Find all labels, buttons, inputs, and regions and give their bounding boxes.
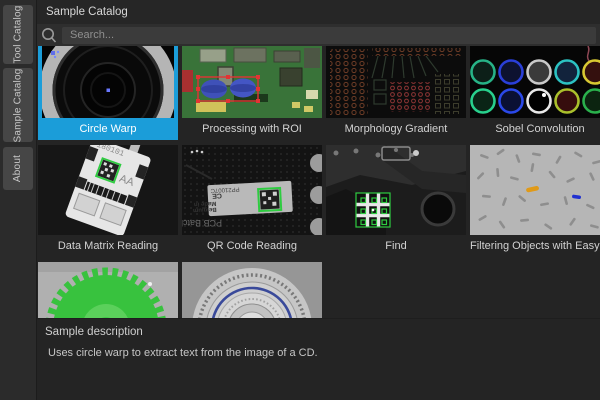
sample-catalog-window: Tool Catalog Sample Catalog About Sample…	[0, 0, 600, 400]
gear-image	[38, 262, 178, 318]
circle-warp-image	[42, 46, 174, 118]
sample-tile-label: Circle Warp	[38, 118, 178, 140]
svg-text:PCB Batch: PCB Batch	[182, 218, 222, 228]
svg-text:Made in: Made in	[193, 200, 216, 207]
sample-tile-morphology-gradient[interactable]: Morphology Gradient	[326, 46, 466, 140]
sample-tile-sobel-convolution[interactable]: Sobel Convolution	[470, 46, 600, 140]
sidebar-item-tool-catalog[interactable]: Tool Catalog	[3, 5, 33, 64]
svg-text:CE: CE	[212, 191, 222, 199]
sobel-convolution-image	[470, 46, 600, 118]
sidebar-item-about[interactable]: About	[3, 147, 33, 190]
data-matrix-reading-image: 180101 AA	[38, 145, 178, 235]
sample-tile-gear[interactable]	[38, 262, 178, 318]
sample-tile-label: Sobel Convolution	[470, 118, 600, 140]
sample-tile-filtering-objects[interactable]: Filtering Objects with EasyObject	[470, 145, 600, 257]
tile-row: 180101 AA	[38, 145, 600, 257]
sample-tile-processing-with-roi[interactable]: Processing with ROI	[182, 46, 322, 140]
sample-tile-label: Data Matrix Reading	[38, 235, 178, 257]
search-input[interactable]	[62, 27, 596, 44]
processing-with-roi-image	[182, 46, 322, 118]
sample-tile-label: Filtering Objects with EasyObject	[470, 235, 600, 257]
page-title: Sample Catalog	[37, 0, 600, 24]
sidebar: Tool Catalog Sample Catalog About	[0, 0, 37, 400]
sample-tile-cd[interactable]	[182, 262, 322, 318]
qr-code-reading-image: PP21007C CE Made in Belgium	[182, 145, 322, 235]
cd-image	[182, 262, 322, 318]
sample-tile-label: Find	[326, 235, 466, 257]
morphology-gradient-image	[326, 46, 466, 118]
find-image	[326, 145, 466, 235]
description-text: Uses circle warp to extract text from th…	[45, 347, 592, 359]
tile-row	[38, 262, 600, 318]
tile-row: Circle Warp	[38, 46, 600, 140]
main-panel: Sample Catalog	[37, 0, 600, 400]
search-icon	[40, 26, 58, 44]
sample-tile-data-matrix-reading[interactable]: 180101 AA	[38, 145, 178, 257]
tab-label: Sample Catalog	[13, 68, 24, 142]
svg-text:Belgium: Belgium	[193, 206, 217, 213]
sample-tile-label: Processing with ROI	[182, 118, 322, 140]
sample-grid: Circle Warp	[37, 46, 600, 318]
sample-tile-label: Morphology Gradient	[326, 118, 466, 140]
search-bar	[37, 24, 600, 46]
description-panel: Sample description Uses circle warp to e…	[37, 318, 600, 400]
description-heading: Sample description	[45, 326, 592, 338]
tab-label: About	[12, 155, 23, 182]
tab-label: Tool Catalog	[13, 6, 24, 64]
sample-tile-circle-warp[interactable]: Circle Warp	[38, 46, 178, 140]
sample-tile-find[interactable]: Find	[326, 145, 466, 257]
sidebar-item-sample-catalog[interactable]: Sample Catalog	[3, 68, 33, 142]
sample-tile-qr-code-reading[interactable]: PP21007C CE Made in Belgium	[182, 145, 322, 257]
filtering-objects-image	[470, 145, 600, 235]
sample-tile-label: QR Code Reading	[182, 235, 322, 257]
